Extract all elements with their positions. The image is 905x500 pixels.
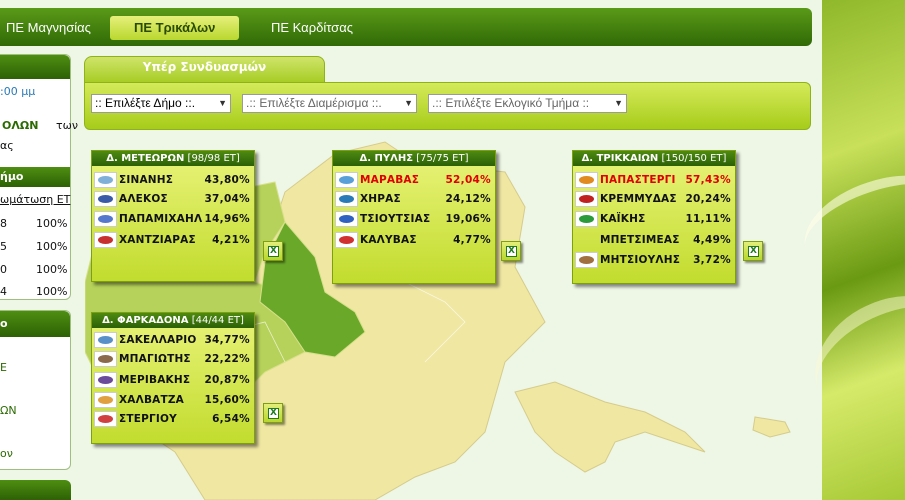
party-logo-icon [575, 252, 598, 268]
results-header: Δ. ΤΡΙΚΚΑΙΩΝ [150/150 ΕΤ] [573, 151, 735, 166]
candidate-row: ΧΑΛΒΑΤΖΑ 15,60% [94, 391, 252, 410]
sidebar-link[interactable]: ΩΝ [0, 404, 17, 417]
map-region-peninsula [514, 381, 706, 473]
dropdown-arrow-icon: ▼ [404, 98, 413, 108]
candidate-row: ΣΙΝΑΝΗΣ 43,80% [94, 171, 252, 190]
results-header: Δ. ΜΕΤΕΩΡΩΝ [98/98 ΕΤ] [92, 151, 254, 166]
sidebar-footer-header [0, 480, 71, 500]
row-pct: 100% [36, 263, 68, 276]
excel-icon: X [268, 408, 279, 419]
candidate-row: ΧΗΡΑΣ 24,12% [335, 190, 493, 209]
row-pct: 100% [36, 285, 68, 298]
party-logo-icon [335, 191, 358, 207]
candidate-row: ΜΑΡΑΒΑΣ 52,04% [335, 171, 493, 190]
party-logo-icon [335, 211, 358, 227]
row-pct: 100% [36, 240, 68, 253]
results-header: Δ. ΠΥΛΗΣ [75/75 ΕΤ] [333, 151, 495, 166]
row-pct: 100% [36, 217, 68, 230]
party-logo-icon [575, 211, 598, 227]
row-num: 4 [0, 285, 7, 298]
results-box-meteora: Δ. ΜΕΤΕΩΡΩΝ [98/98 ΕΤ] ΣΙΝΑΝΗΣ 43,80% ΑΛΕ… [91, 150, 255, 282]
party-logo-icon [94, 191, 117, 207]
party-logo-icon [335, 172, 358, 188]
candidate-row: ΣΤΕΡΓΙΟΥ 6,54% [94, 410, 252, 429]
sidebar-link[interactable]: Ε [0, 361, 7, 374]
candidate-row: ΜΗΤΣΙΟΥΛΗΣ 3,72% [575, 251, 733, 270]
sidebar-section-title: ήμο [0, 167, 70, 187]
candidate-row: ΣΑΚΕΛΛΑΡΙΟ 34,77% [94, 331, 252, 350]
candidate-row: ΜΠΑΓΙΩΤΗΣ 22,22% [94, 350, 252, 369]
party-logo-icon [575, 191, 598, 207]
row-num: 0 [0, 263, 7, 276]
coverage-column-link[interactable]: ωμάτωση ΕΤ [0, 193, 70, 206]
party-logo-icon [575, 172, 598, 188]
row-num: 5 [0, 240, 7, 253]
candidate-row: ΤΣΙΟΥΤΣΙΑΣ 19,06% [335, 210, 493, 229]
candidate-row: ΜΠΕΤΣΙΜΕΑΣ 4,49% [600, 234, 731, 246]
excel-icon: X [268, 246, 279, 257]
update-time: :00 μμ [0, 85, 36, 98]
sidebar-links-header: ο [0, 311, 70, 337]
excel-icon: X [748, 246, 759, 257]
dropdown-arrow-icon: ▼ [218, 98, 227, 108]
party-logo-icon [94, 351, 117, 367]
summary-bold: ΟΛΩΝ [2, 119, 39, 132]
candidate-row: ΜΕΡΙΒΑΚΗΣ 20,87% [94, 371, 252, 390]
party-logo-icon [94, 411, 117, 427]
candidate-row: ΧΑΝΤΖΙΑΡΑΣ 4,21% [94, 231, 252, 250]
party-logo-icon [94, 232, 117, 248]
candidate-row: ΚΡΕΜΜΥΔΑΣ 20,24% [575, 190, 733, 209]
sidebar-links: ο Ε ΩΝ ον [0, 310, 71, 470]
results-box-trikkaion: Δ. ΤΡΙΚΚΑΙΩΝ [150/150 ΕΤ] ΠΑΠΑΣΤΕΡΓΙ 57,4… [572, 150, 736, 284]
candidate-row: ΚΑΛΥΒΑΣ 4,77% [335, 231, 493, 250]
decorative-background [792, 0, 905, 500]
export-excel-button[interactable]: X [743, 241, 763, 261]
party-logo-icon [94, 211, 117, 227]
party-logo-icon [94, 372, 117, 388]
party-logo-icon [94, 392, 117, 408]
candidate-row: ΠΑΠΑΜΙΧΑΗΛ 14,96% [94, 210, 252, 229]
candidate-row: ΠΑΠΑΣΤΕΡΓΙ 57,43% [575, 171, 733, 190]
summary-text-2: ας [0, 139, 14, 152]
filter-bar: :: Επιλέξτε Δήμο ::. ▼ .:: Επιλέξτε Διαμέ… [84, 82, 811, 130]
export-excel-button[interactable]: X [263, 403, 283, 423]
candidate-row: ΚΑΪΚΗΣ 11,11% [575, 210, 733, 229]
party-logo-icon [94, 172, 117, 188]
export-excel-button[interactable]: X [501, 241, 521, 261]
precinct-select[interactable]: .:: Επιλέξτε Εκλογικό Τμήμα :: ▼ [428, 94, 627, 113]
candidate-row: ΑΛΕΚΟΣ 37,04% [94, 190, 252, 209]
excel-icon: X [506, 246, 517, 257]
results-box-pyli: Δ. ΠΥΛΗΣ [75/75 ΕΤ] ΜΑΡΑΒΑΣ 52,04% ΧΗΡΑΣ 2… [332, 150, 496, 284]
municipality-select[interactable]: :: Επιλέξτε Δήμο ::. ▼ [91, 94, 231, 113]
summary-text: των [56, 119, 78, 132]
tab-coalitions[interactable]: Υπέρ Συνδυασμών [84, 56, 325, 83]
export-excel-button[interactable]: X [263, 241, 283, 261]
sidebar-summary: :00 μμ ΟΛΩΝ των ας ήμο ωμάτωση ΕΤ 8 100%… [0, 54, 78, 300]
map-region-island [752, 416, 791, 438]
tab-karditsa[interactable]: ΠΕ Καρδίτσας [271, 16, 353, 40]
sidebar-header [0, 55, 70, 79]
tab-magnesia[interactable]: ΠΕ Μαγνησίας [6, 16, 91, 40]
tab-trikala[interactable]: ΠΕ Τρικάλων [110, 16, 240, 40]
party-logo-icon [94, 332, 117, 348]
dropdown-arrow-icon: ▼ [614, 98, 623, 108]
results-header: Δ. ΦΑΡΚΑΔΟΝΑ [44/44 ΕΤ] [92, 313, 254, 328]
district-select[interactable]: .:: Επιλέξτε Διαμέρισμα ::. ▼ [242, 94, 417, 113]
party-logo-icon [335, 232, 358, 248]
region-nav-bar: ΠΕ Μαγνησίας ΠΕ Τρικάλων ΠΕ Καρδίτσας [0, 8, 812, 46]
results-box-farkadona: Δ. ΦΑΡΚΑΔΟΝΑ [44/44 ΕΤ] ΣΑΚΕΛΛΑΡΙΟ 34,77%… [91, 312, 255, 444]
row-num: 8 [0, 217, 7, 230]
sidebar-link[interactable]: ον [0, 447, 13, 460]
